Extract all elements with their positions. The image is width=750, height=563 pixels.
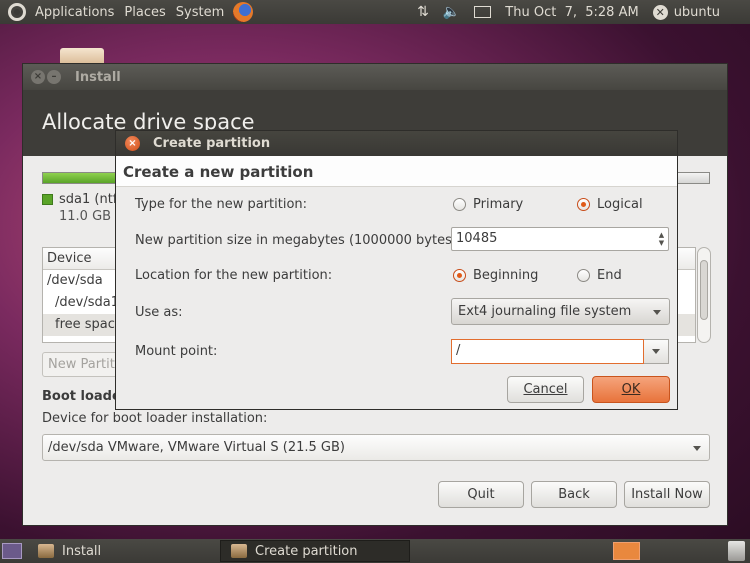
radio-primary[interactable]: [453, 198, 466, 211]
create-partition-dialog: × Create partition Create a new partitio…: [115, 130, 678, 410]
menu-applications[interactable]: Applications: [30, 5, 119, 20]
install-now-button[interactable]: Install Now: [624, 481, 710, 508]
show-desktop-icon[interactable]: [2, 543, 22, 559]
bootloader-device-select[interactable]: /dev/sda VMware, VMware Virtual S (21.5 …: [42, 434, 710, 461]
radio-beginning-label[interactable]: Beginning: [473, 268, 538, 283]
bootloader-title: Boot loade: [42, 389, 121, 404]
quit-button[interactable]: Quit: [438, 481, 524, 508]
partition-bar-used: [43, 173, 118, 183]
size-value: 10485: [456, 231, 498, 246]
close-icon[interactable]: ×: [125, 136, 140, 151]
scrollbar-thumb[interactable]: [700, 260, 708, 320]
mount-point-dropdown[interactable]: [644, 339, 669, 364]
location-label: Location for the new partition:: [135, 268, 333, 283]
back-button[interactable]: Back: [531, 481, 617, 508]
taskbar-item-create-partition[interactable]: Create partition: [220, 540, 410, 562]
taskbar-item-label: Create partition: [255, 543, 358, 559]
bottom-panel: Install Create partition: [0, 539, 750, 563]
trash-icon[interactable]: [728, 541, 745, 561]
ok-button-label: OK: [621, 382, 641, 397]
legend-name: sda1 (ntf: [59, 192, 118, 207]
installer-icon: [38, 544, 54, 558]
mount-point-value: /: [456, 343, 461, 358]
bootloader-label: Device for boot loader installation:: [42, 411, 268, 426]
radio-beginning[interactable]: [453, 269, 466, 282]
install-titlebar[interactable]: × – Install: [23, 64, 727, 90]
taskbar-item-label: Install: [62, 543, 102, 559]
chevron-down-icon: [652, 349, 660, 354]
type-label: Type for the new partition:: [135, 197, 308, 212]
legend-size: 11.0 GB: [59, 209, 112, 224]
workspace-switcher[interactable]: [613, 542, 640, 560]
mount-point-input[interactable]: /: [451, 339, 644, 364]
cancel-button-label: Cancel: [523, 382, 568, 397]
mail-icon[interactable]: [474, 6, 492, 18]
size-label: New partition size in megabytes (1000000…: [135, 233, 462, 248]
dialog-heading: Create a new partition: [116, 156, 677, 187]
mount-point-label: Mount point:: [135, 344, 218, 359]
window-title: Install: [75, 69, 121, 85]
size-spinbutton[interactable]: 10485 ▲ ▼: [451, 227, 669, 251]
ok-button[interactable]: OK: [592, 376, 670, 403]
system-tray: ⇅ 🔈 Thu Oct 7, 5:28 AM ✕ ubuntu: [417, 4, 750, 20]
bootloader-device-value: /dev/sda VMware, VMware Virtual S (21.5 …: [48, 440, 345, 455]
new-partition-button[interactable]: New Partiti: [42, 352, 122, 377]
table-scrollbar[interactable]: [697, 247, 711, 343]
menu-places[interactable]: Places: [119, 5, 170, 20]
radio-logical[interactable]: [577, 198, 590, 211]
user-menu[interactable]: ✕ ubuntu: [652, 4, 720, 20]
menu-system[interactable]: System: [171, 5, 229, 20]
chevron-down-icon: [693, 446, 701, 451]
radio-end[interactable]: [577, 269, 590, 282]
radio-logical-label[interactable]: Logical: [597, 197, 643, 212]
radio-primary-label[interactable]: Primary: [473, 197, 523, 212]
clock[interactable]: Thu Oct 7, 5:28 AM: [505, 5, 638, 20]
session-icon: ✕: [652, 4, 668, 20]
installer-icon: [231, 544, 247, 558]
use-as-value: Ext4 journaling file system: [458, 304, 632, 319]
taskbar-item-install[interactable]: Install: [28, 540, 218, 562]
cancel-button[interactable]: Cancel: [507, 376, 584, 403]
use-as-label: Use as:: [135, 305, 183, 320]
volume-icon[interactable]: 🔈: [443, 4, 460, 20]
ubuntu-logo-icon[interactable]: [8, 3, 26, 21]
dialog-title: Create partition: [153, 136, 271, 151]
firefox-icon[interactable]: [233, 2, 254, 22]
dialog-titlebar[interactable]: × Create partition: [116, 131, 677, 156]
minimize-icon[interactable]: –: [47, 70, 61, 84]
use-as-select[interactable]: Ext4 journaling file system: [451, 298, 670, 325]
legend-swatch: [42, 194, 53, 205]
radio-end-label[interactable]: End: [597, 268, 622, 283]
chevron-down-icon: [653, 310, 661, 315]
close-icon[interactable]: ×: [31, 70, 45, 84]
username: ubuntu: [673, 4, 720, 20]
network-icon[interactable]: ⇅: [417, 4, 429, 20]
top-panel: Applications Places System ⇅ 🔈 Thu Oct 7…: [0, 0, 750, 24]
spin-arrows-icon[interactable]: ▲ ▼: [657, 231, 666, 247]
